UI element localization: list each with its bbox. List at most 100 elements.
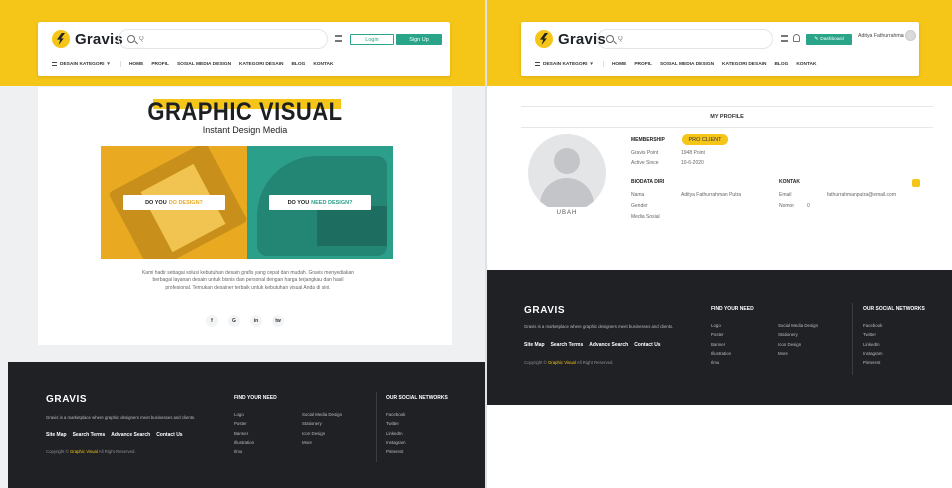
facebook-icon[interactable]: f (206, 315, 218, 327)
edit-profile-icon[interactable] (912, 179, 920, 187)
menu-item-social-media-design[interactable]: SOSIAL MEDIA DESIGN (660, 62, 714, 67)
search-box[interactable] (118, 29, 328, 49)
user-avatar[interactable] (905, 30, 916, 41)
search-terms-link[interactable]: Search Terms (551, 342, 584, 348)
dashboard-button[interactable]: ✎ Dashboard (806, 34, 852, 45)
social-media-key: Media Sosial (631, 214, 660, 220)
footer-social-list: Facebook Twitter LinkedIn Instagram Pint… (863, 323, 883, 365)
footer-link-more[interactable]: More (302, 440, 342, 445)
advance-search-link[interactable]: Advance Search (589, 342, 628, 348)
bell-icon[interactable] (793, 34, 800, 42)
menu-item-blog[interactable]: BLOG (291, 62, 305, 67)
footer-link-twitter[interactable]: Twitter (863, 332, 883, 337)
menu-item-profil[interactable]: PROFIL (634, 62, 652, 67)
footer-logo[interactable]: GRAVIS (46, 394, 87, 405)
footer-link-icon-design[interactable]: Icon Design (302, 431, 342, 436)
login-button[interactable]: Login (350, 34, 394, 45)
footer-link-banner[interactable]: Banner (711, 342, 731, 347)
menu-item-kategori-desain[interactable]: KATEGORI DESAIN (239, 62, 283, 67)
change-avatar-button[interactable]: UBAH (545, 207, 589, 219)
footer-link-icon-design[interactable]: Icon Design (778, 342, 818, 347)
footer-link-pinterest[interactable]: Pinterest (863, 360, 883, 365)
category-dropdown[interactable]: DESAIN KATEGORI ▾ (52, 61, 121, 67)
search-terms-link[interactable]: Search Terms (73, 432, 106, 438)
footer-link-illustration[interactable]: Illustration (234, 440, 254, 445)
gravis-point-key: Gravis Point (631, 150, 659, 156)
share-icon[interactable]: tw (272, 315, 284, 327)
menu-item-home[interactable]: HOME (129, 62, 143, 67)
footer-link-social-media-design[interactable]: Social Media Design (302, 412, 342, 417)
do-design-button[interactable]: DO YOU DO DESIGN? (123, 195, 225, 210)
footer-link-logo[interactable]: Logo (234, 412, 254, 417)
footer-link-social-media-design[interactable]: Social Media Design (778, 323, 818, 328)
copyright-brand[interactable]: Graphic Visual (548, 360, 576, 365)
sitemap-link[interactable]: Site Map (46, 432, 67, 438)
username[interactable]: Aditya Fathurrahman Putra (858, 33, 904, 39)
search-input[interactable] (139, 32, 319, 46)
footer-link-more[interactable]: More (778, 351, 818, 356)
membership-label: MEMBERSHIP (631, 137, 665, 143)
profile-divider (521, 127, 933, 128)
signup-button[interactable]: Sign Up (396, 34, 442, 45)
menu-grid-icon[interactable] (781, 35, 788, 42)
footer-link-instagram[interactable]: Instagram (386, 440, 406, 445)
homepage-panel: Gravis Login Sign Up DESAIN KATEGORI ▾ H… (0, 0, 485, 488)
menu-item-social-media-design[interactable]: SOSIAL MEDIA DESIGN (177, 62, 231, 67)
contact-us-link[interactable]: Contact Us (156, 432, 182, 438)
menu-grid-icon[interactable] (335, 35, 342, 42)
top-navbar: Gravis Login Sign Up DESAIN KATEGORI ▾ H… (38, 22, 450, 76)
copyright-brand[interactable]: Graphic Visual (70, 449, 98, 454)
screenshot-stage: Gravis Login Sign Up DESAIN KATEGORI ▾ H… (0, 0, 952, 488)
footer-link-poster[interactable]: Poster (234, 421, 254, 426)
footer-link-twitter[interactable]: Twitter (386, 421, 406, 426)
do-design-label: DO YOU (145, 199, 167, 206)
do-design-tile[interactable]: DO YOU DO DESIGN? (101, 146, 247, 259)
footer-link-facebook[interactable]: Facebook (386, 412, 406, 417)
footer-social-list: Facebook Twitter LinkedIn Instagram Pint… (386, 412, 406, 454)
main-menu: DESAIN KATEGORI ▾ HOME PROFIL SOSIAL MED… (535, 59, 909, 69)
need-design-button[interactable]: DO YOU NEED DESIGN? (269, 195, 371, 210)
footer-category-list-2: Social Media Design Stationery Icon Desi… (778, 323, 818, 356)
menu-item-kontak[interactable]: KONTAK (313, 62, 333, 67)
footer-link-stationery[interactable]: Stationery (778, 332, 818, 337)
footer-link-poster[interactable]: Poster (711, 332, 731, 337)
footer-links: Site Map Search Terms Advance Search Con… (46, 432, 183, 438)
footer-link-logo[interactable]: Logo (711, 323, 731, 328)
gender-key: Gender (631, 203, 648, 209)
advance-search-link[interactable]: Advance Search (111, 432, 150, 438)
contact-us-link[interactable]: Contact Us (634, 342, 660, 348)
email-value: fathurrahmanputra@email.com (827, 192, 896, 198)
logo[interactable]: Gravis (52, 30, 123, 48)
footer-link-stationery[interactable]: Stationery (302, 421, 342, 426)
copyright-suffix: All Right Reserved. (576, 360, 614, 365)
footer-divider (376, 392, 377, 462)
footer-link-ilmu[interactable]: Ilmu (711, 360, 731, 365)
menu-item-kontak[interactable]: KONTAK (796, 62, 816, 67)
footer-link-ilmu[interactable]: Ilmu (234, 449, 254, 454)
sitemap-link[interactable]: Site Map (524, 342, 545, 348)
search-input[interactable] (618, 32, 798, 46)
menu-item-kategori-desain[interactable]: KATEGORI DESAIN (722, 62, 766, 67)
footer: GRAVIS Gravis is a marketplace where gra… (8, 362, 485, 488)
need-design-label: DO YOU (287, 199, 310, 206)
active-since-value: 10-6-2020 (681, 160, 704, 166)
category-dropdown[interactable]: DESAIN KATEGORI ▾ (535, 61, 604, 67)
footer-link-instagram[interactable]: Instagram (863, 351, 883, 356)
menu-item-home[interactable]: HOME (612, 62, 626, 67)
menu-item-profil[interactable]: PROFIL (151, 62, 169, 67)
footer-link-pinterest[interactable]: Pinterest (386, 449, 406, 454)
footer-link-facebook[interactable]: Facebook (863, 323, 883, 328)
need-design-tile[interactable]: DO YOU NEED DESIGN? (247, 146, 393, 259)
footer-link-linkedin[interactable]: LinkedIn (863, 342, 883, 347)
footer-logo[interactable]: GRAVIS (524, 305, 565, 316)
footer-link-linkedin[interactable]: LinkedIn (386, 431, 406, 436)
linkedin-icon[interactable]: in (250, 315, 262, 327)
footer-link-banner[interactable]: Banner (234, 431, 254, 436)
menu-item-blog[interactable]: BLOG (774, 62, 788, 67)
logo[interactable]: Gravis (535, 30, 606, 48)
search-box[interactable] (597, 29, 798, 49)
footer-link-illustration[interactable]: Illustration (711, 351, 731, 356)
hero-title: GRAPHIC VISUAL (147, 97, 343, 126)
biodata-heading: BIODATA DIRI (631, 179, 665, 185)
google-icon[interactable]: G (228, 315, 240, 327)
